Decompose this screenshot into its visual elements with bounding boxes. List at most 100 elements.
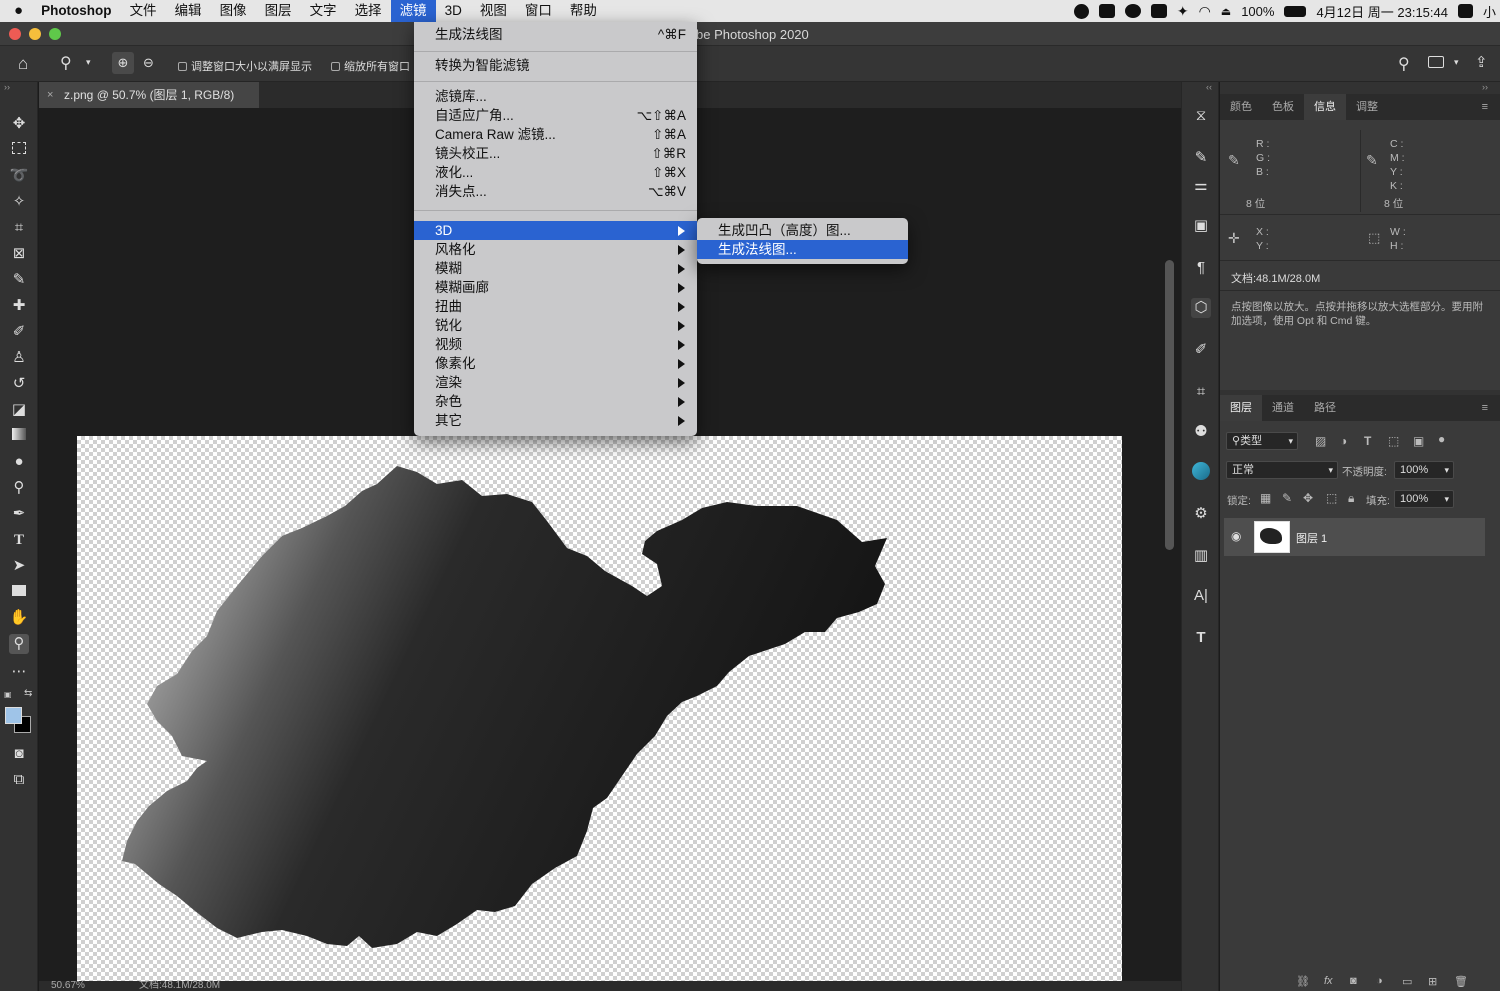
- crop-tool-icon[interactable]: ⌗: [9, 218, 29, 238]
- document-canvas[interactable]: [77, 436, 1122, 981]
- tab-color[interactable]: 颜色: [1220, 94, 1262, 120]
- menu-item-pixelate[interactable]: 像素化: [414, 354, 697, 373]
- status-app-icon-4[interactable]: ✦: [1177, 3, 1189, 20]
- wifi-icon[interactable]: ◠: [1199, 3, 1211, 20]
- layer-name[interactable]: 图层 1: [1296, 530, 1327, 546]
- menu-item-other[interactable]: 其它: [414, 411, 697, 430]
- zoom-tool-icon[interactable]: ⚲: [60, 53, 72, 73]
- menu-item-noise[interactable]: 杂色: [414, 392, 697, 411]
- lasso-tool-icon[interactable]: ➰: [9, 166, 29, 186]
- vertical-scrollbar[interactable]: [1165, 260, 1174, 550]
- lock-paint-icon[interactable]: ✎: [1282, 491, 1292, 505]
- type-tool-icon[interactable]: T: [9, 530, 29, 550]
- status-app-icon-2[interactable]: [1098, 4, 1115, 18]
- filter-toggle-icon[interactable]: ●: [1438, 432, 1445, 446]
- new-adjustment-icon[interactable]: ◑: [1376, 975, 1383, 987]
- tab-layers[interactable]: 图层: [1220, 395, 1262, 421]
- blend-mode-select[interactable]: 正常 ▾: [1226, 461, 1338, 479]
- panel-menu-icon[interactable]: ≡: [1472, 94, 1498, 120]
- marquee-tool-icon[interactable]: [9, 140, 29, 160]
- zoom-window-button[interactable]: [49, 28, 61, 40]
- share-icon[interactable]: ⇪: [1475, 53, 1488, 71]
- menu-item-filter-gallery[interactable]: 滤镜库...: [414, 87, 697, 106]
- filter-adjust-icon[interactable]: ◑: [1340, 434, 1347, 448]
- menu-item-camera-raw[interactable]: Camera Raw 滤镜... ⇧⌘A: [414, 125, 697, 144]
- collapse-right-icon[interactable]: ››: [1482, 82, 1488, 92]
- collapse-icon[interactable]: ››: [4, 82, 10, 92]
- menu-item-stylize[interactable]: 风格化: [414, 240, 697, 259]
- layers-menu-icon[interactable]: ≡: [1472, 395, 1498, 421]
- more-tools-icon[interactable]: ⋯: [9, 662, 29, 682]
- menu-app-name[interactable]: Photoshop: [32, 0, 121, 22]
- healing-brush-tool-icon[interactable]: ✚: [9, 296, 29, 316]
- menu-item-render[interactable]: 渲染: [414, 373, 697, 392]
- document-tab[interactable]: × z.png @ 50.7% (图层 1, RGB/8): [39, 82, 259, 108]
- menu-edit[interactable]: 编辑: [166, 0, 211, 22]
- gradient-tool-icon[interactable]: [9, 426, 29, 446]
- eyedropper-tool-icon[interactable]: ✎: [9, 270, 29, 290]
- history-brush-tool-icon[interactable]: ↺: [9, 374, 29, 394]
- eject-icon[interactable]: ⏏: [1221, 5, 1231, 18]
- character-panel-icon[interactable]: A|: [1191, 586, 1211, 606]
- menu-item-blur[interactable]: 模糊: [414, 259, 697, 278]
- lock-position-icon[interactable]: ✥: [1303, 491, 1313, 505]
- menubar-datetime[interactable]: 4月12日 周一 23:15:44: [1316, 2, 1448, 21]
- status-app-icon-3[interactable]: [1150, 4, 1167, 18]
- menu-item-blur-gallery[interactable]: 模糊画廊: [414, 278, 697, 297]
- stamp-tool-icon[interactable]: ♙: [9, 348, 29, 368]
- minimize-window-button[interactable]: [29, 28, 41, 40]
- menu-item-bump-map[interactable]: 生成凹凸（高度）图...: [697, 221, 908, 240]
- pen-tool-icon[interactable]: ✒: [9, 504, 29, 524]
- libraries-panel-icon[interactable]: ▣: [1191, 216, 1211, 236]
- menu-item-liquify[interactable]: 液化... ⇧⌘X: [414, 163, 697, 182]
- search-icon[interactable]: ⚲: [1398, 54, 1410, 74]
- history-panel-icon[interactable]: ⧖: [1191, 106, 1211, 126]
- lock-pixels-icon[interactable]: ▦: [1260, 491, 1271, 505]
- menu-item-smart-filter[interactable]: 转换为智能滤镜: [414, 56, 697, 75]
- opacity-input[interactable]: 100% ▾: [1394, 461, 1454, 479]
- menu-3d[interactable]: 3D: [436, 0, 471, 22]
- collapse-dock-icon[interactable]: ‹‹: [1206, 82, 1212, 92]
- battery-icon[interactable]: [1284, 5, 1307, 17]
- tab-info[interactable]: 信息: [1304, 94, 1346, 120]
- actions-panel-icon[interactable]: ⚉: [1191, 422, 1211, 442]
- lock-all-icon[interactable]: 🔒︎: [1348, 491, 1354, 506]
- blur-tool-icon[interactable]: ●: [9, 452, 29, 472]
- menu-layer[interactable]: 图层: [256, 0, 301, 22]
- path-selection-tool-icon[interactable]: ➤: [9, 556, 29, 576]
- menu-image[interactable]: 图像: [211, 0, 256, 22]
- new-group-icon[interactable]: ▭: [1402, 975, 1412, 988]
- add-mask-icon[interactable]: ◙: [1350, 975, 1357, 987]
- menu-select[interactable]: 选择: [346, 0, 391, 22]
- filter-smart-icon[interactable]: ▣: [1413, 434, 1424, 448]
- eyedropper-icon-2[interactable]: ✎: [1366, 152, 1378, 169]
- menu-filter[interactable]: 滤镜: [390, 0, 436, 22]
- delete-layer-icon[interactable]: 🗑︎: [1454, 975, 1468, 988]
- filter-pixel-icon[interactable]: ▨: [1315, 434, 1326, 448]
- menu-item-adaptive-wide-angle[interactable]: 自适应广角... ⌥⇧⌘A: [414, 106, 697, 125]
- close-tab-icon[interactable]: ×: [47, 82, 53, 108]
- menu-item-sharpen[interactable]: 锐化: [414, 316, 697, 335]
- screen-mode-icon[interactable]: ⧉: [9, 770, 29, 790]
- frame-tool-icon[interactable]: ⊠: [9, 244, 29, 264]
- layer-filter-select[interactable]: ⚲类型 ▾: [1226, 432, 1298, 450]
- paragraph-panel-icon[interactable]: ¶: [1191, 258, 1211, 278]
- layer-row[interactable]: ◉ 图层 1: [1224, 518, 1485, 556]
- chevron-down-icon[interactable]: ▾: [86, 57, 91, 68]
- brush-tool-icon[interactable]: ✐: [9, 322, 29, 342]
- home-icon[interactable]: ⌂: [18, 54, 28, 74]
- menubar-trailing[interactable]: 小: [1483, 2, 1496, 21]
- menu-item-video[interactable]: 视频: [414, 335, 697, 354]
- menu-item-distort[interactable]: 扭曲: [414, 297, 697, 316]
- move-tool-icon[interactable]: ✥: [9, 114, 29, 134]
- layer-effects-icon[interactable]: fx: [1324, 975, 1333, 987]
- magic-wand-tool-icon[interactable]: ✧: [9, 192, 29, 212]
- tab-channels[interactable]: 通道: [1262, 395, 1304, 421]
- default-colors-icon[interactable]: ▣: [4, 690, 12, 699]
- workspace-chevron-icon[interactable]: ▾: [1454, 57, 1459, 68]
- eraser-tool-icon[interactable]: ◪: [9, 400, 29, 420]
- wechat-icon[interactable]: [1124, 4, 1141, 18]
- menu-file[interactable]: 文件: [121, 0, 166, 22]
- zoom-tool-active-icon[interactable]: ⚲: [9, 634, 29, 654]
- status-app-icon-5[interactable]: [1457, 4, 1473, 18]
